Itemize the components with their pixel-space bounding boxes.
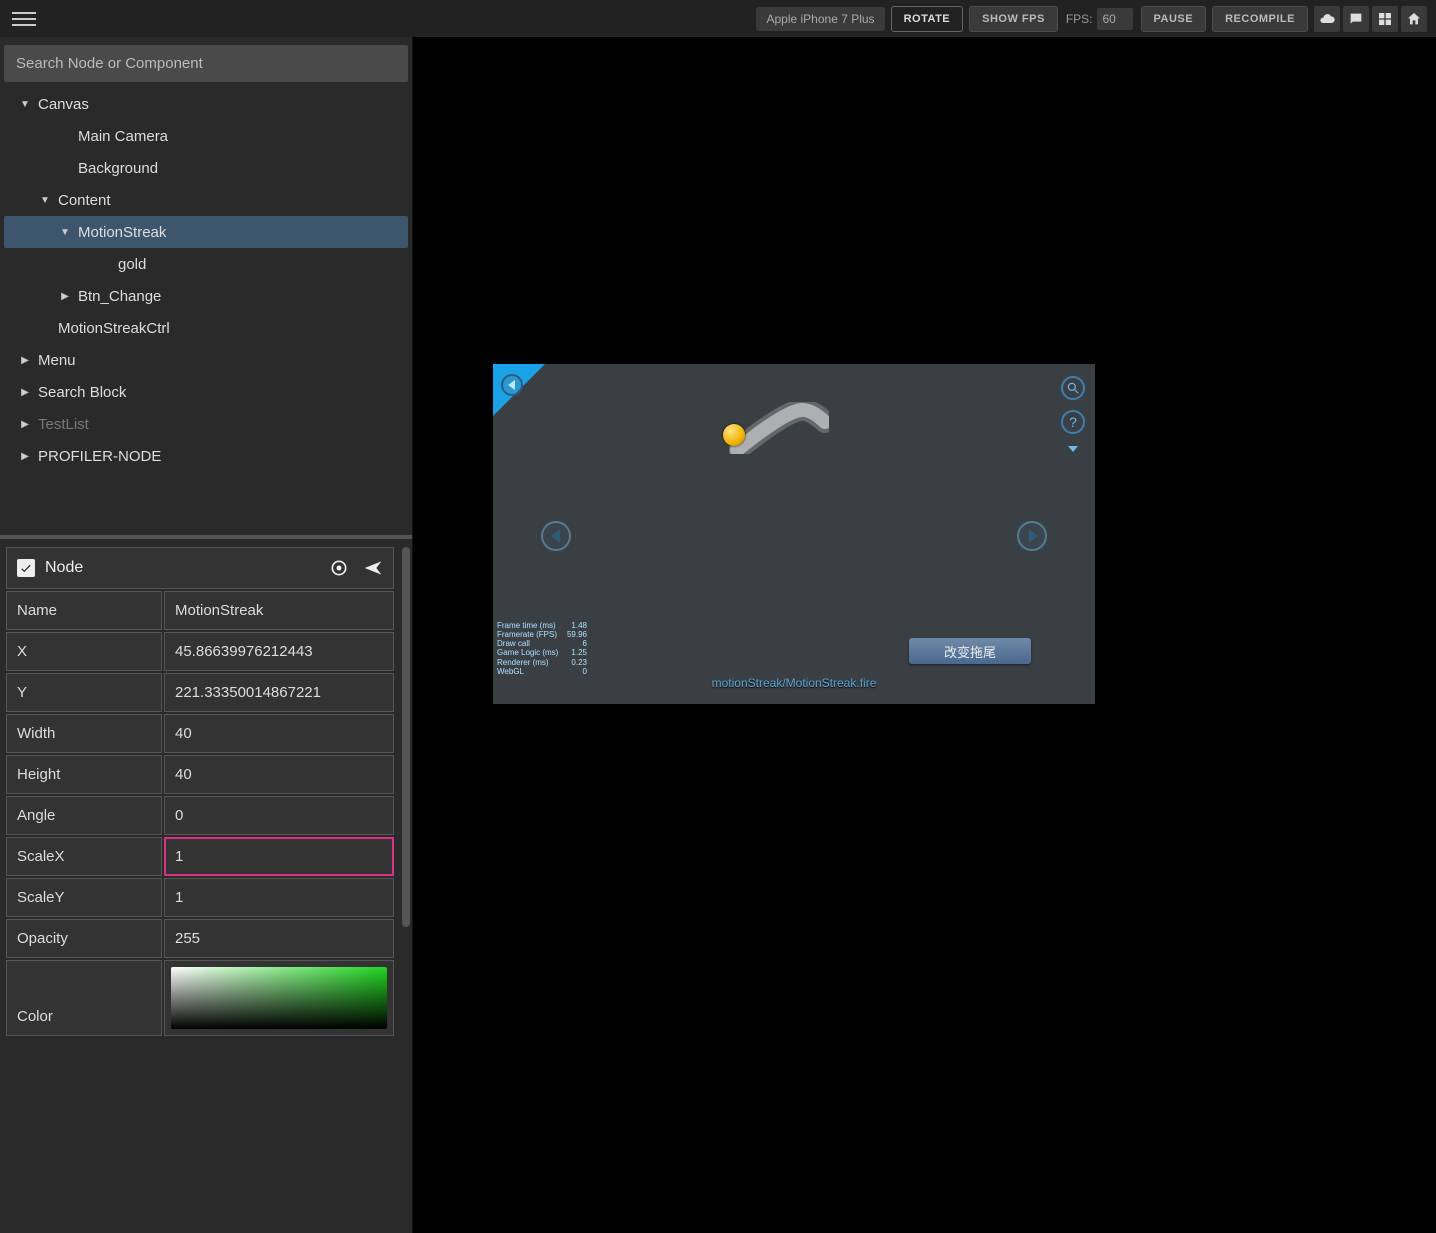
nav-left-icon[interactable] — [541, 521, 571, 551]
caret-right-icon[interactable]: ▶ — [18, 355, 32, 366]
caret-right-icon[interactable]: ▶ — [18, 387, 32, 398]
motion-streak — [729, 402, 829, 454]
hierarchy-panel: ▼ Canvas Main Camera Background ▼ Content ▼ Mot… — [0, 37, 412, 535]
prop-color-label: Color — [6, 960, 162, 1036]
show-fps-button[interactable]: SHOW FPS — [969, 6, 1058, 32]
prop-scalex-label: ScaleX — [6, 837, 162, 876]
tree-item[interactable]: ▶ Btn_Change — [4, 280, 408, 312]
search-input[interactable] — [4, 45, 408, 82]
chevron-down-icon[interactable] — [1068, 446, 1078, 452]
caret-down-icon[interactable]: ▼ — [18, 99, 32, 110]
tree-item[interactable]: ▼ Canvas — [4, 88, 408, 120]
prop-angle-value[interactable]: 0 — [164, 796, 394, 835]
menu-icon[interactable] — [12, 7, 36, 31]
prop-name-label: Name — [6, 591, 162, 630]
tree-item-label: Search Block — [38, 384, 126, 401]
game-frame[interactable]: ? 改变拖尾 Frame time (ms)1.48Framerate (FPS… — [493, 364, 1095, 704]
tree-item-label: MotionStreakCtrl — [58, 320, 170, 337]
rotate-button[interactable]: ROTATE — [891, 6, 964, 32]
send-icon[interactable] — [363, 558, 383, 578]
inspector-title: Node — [45, 559, 329, 577]
prop-x-value[interactable]: 45.86639976212443 — [164, 632, 394, 671]
zoom-icon[interactable] — [1061, 376, 1085, 400]
device-select[interactable]: Apple iPhone 7 Plus — [756, 7, 884, 31]
prop-width-value[interactable]: 40 — [164, 714, 394, 753]
tree-item[interactable]: Main Camera — [4, 120, 408, 152]
scrollbar[interactable] — [402, 547, 410, 927]
prop-angle-label: Angle — [6, 796, 162, 835]
prop-width-label: Width — [6, 714, 162, 753]
fps-input[interactable] — [1097, 8, 1133, 30]
caret-right-icon[interactable]: ▶ — [18, 451, 32, 462]
game-preview-panel: ? 改变拖尾 Frame time (ms)1.48Framerate (FPS… — [413, 37, 1436, 1233]
home-icon[interactable] — [1401, 6, 1427, 32]
tree-item-label: PROFILER-NODE — [38, 448, 161, 465]
tree-item-label: MotionStreak — [78, 224, 166, 241]
tree-item[interactable]: ▼ MotionStreak — [4, 216, 408, 248]
top-toolbar: Apple iPhone 7 Plus ROTATE SHOW FPS FPS:… — [0, 0, 1436, 37]
caret-down-icon[interactable]: ▼ — [38, 195, 52, 206]
pause-button[interactable]: PAUSE — [1141, 6, 1207, 32]
tree-item[interactable]: ▶ PROFILER-NODE — [4, 440, 408, 472]
prop-y-value[interactable]: 221.33350014867221 — [164, 673, 394, 712]
recompile-button[interactable]: RECOMPILE — [1212, 6, 1308, 32]
prop-opacity-label: Opacity — [6, 919, 162, 958]
scene-path: motionStreak/MotionStreak.fire — [493, 676, 1095, 690]
prop-height-value[interactable]: 40 — [164, 755, 394, 794]
gold-coin — [723, 424, 745, 446]
prop-y-label: Y — [6, 673, 162, 712]
tree-item-label: TestList — [38, 416, 89, 433]
tree-item[interactable]: ▼ Content — [4, 184, 408, 216]
prop-scaley-label: ScaleY — [6, 878, 162, 917]
node-active-checkbox[interactable] — [17, 559, 35, 577]
caret-down-icon[interactable]: ▼ — [58, 227, 72, 238]
tree-item[interactable]: gold — [4, 248, 408, 280]
tree-item[interactable]: ▶ Menu — [4, 344, 408, 376]
tree-item[interactable]: ▶ TestList — [4, 408, 408, 440]
prop-height-label: Height — [6, 755, 162, 794]
fps-label: FPS: — [1066, 12, 1093, 26]
tree-item-label: Menu — [38, 352, 76, 369]
prop-x-label: X — [6, 632, 162, 671]
caret-right-icon[interactable]: ▶ — [58, 291, 72, 302]
caret-right-icon[interactable]: ▶ — [18, 419, 32, 430]
chat-icon[interactable] — [1343, 6, 1369, 32]
inspector-panel: Node Name MotionStreak X 45.866399762124… — [0, 535, 412, 1233]
tree-item-label: Main Camera — [78, 128, 168, 145]
grid-icon[interactable] — [1372, 6, 1398, 32]
tree-item-label: Content — [58, 192, 111, 209]
prop-scaley-value[interactable]: 1 — [164, 878, 394, 917]
prop-scalex-value[interactable]: 1 — [164, 837, 394, 876]
tree-item-label: Canvas — [38, 96, 89, 113]
tree-item[interactable]: MotionStreakCtrl — [4, 312, 408, 344]
prop-name-value[interactable]: MotionStreak — [164, 591, 394, 630]
profiler-stats: Frame time (ms)1.48Framerate (FPS)59.96D… — [497, 621, 587, 676]
prop-opacity-value[interactable]: 255 — [164, 919, 394, 958]
tree-item-label: gold — [118, 256, 146, 273]
change-streak-button[interactable]: 改变拖尾 — [909, 638, 1031, 664]
tree-item[interactable]: Background — [4, 152, 408, 184]
target-icon[interactable] — [329, 558, 349, 578]
tree-item-label: Background — [78, 160, 158, 177]
node-tree: ▼ Canvas Main Camera Background ▼ Content ▼ Mot… — [4, 88, 408, 535]
cloud-icon[interactable] — [1314, 6, 1340, 32]
tree-item-label: Btn_Change — [78, 288, 161, 305]
prop-color-picker[interactable] — [164, 960, 394, 1036]
tree-item[interactable]: ▶ Search Block — [4, 376, 408, 408]
help-icon[interactable]: ? — [1061, 410, 1085, 434]
nav-right-icon[interactable] — [1017, 521, 1047, 551]
back-icon[interactable] — [501, 374, 523, 396]
